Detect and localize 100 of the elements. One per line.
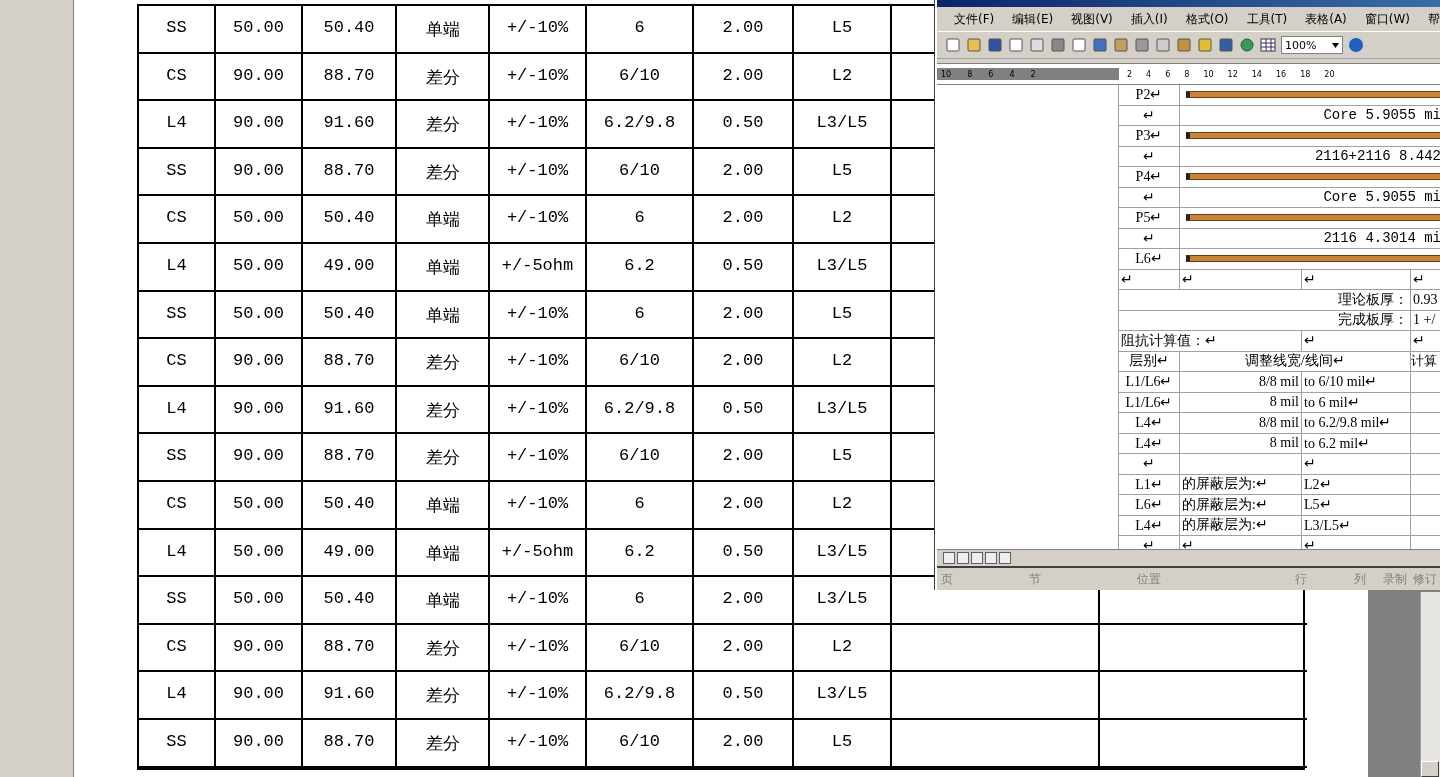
table-cell: 单端 bbox=[397, 243, 490, 292]
table-cell: 6/10 bbox=[587, 434, 694, 482]
ruler-number: 6 bbox=[1165, 69, 1171, 79]
menu-item[interactable]: 文件(F) bbox=[945, 10, 1004, 28]
table-cell: 8 mil bbox=[1180, 433, 1302, 454]
table-cell: CS bbox=[139, 196, 216, 244]
table-cell: 6 bbox=[587, 291, 694, 340]
table-cell: 2.00 bbox=[694, 196, 794, 244]
table-cell: 2.00 bbox=[694, 148, 794, 197]
menu-item[interactable]: 帮 bbox=[1419, 10, 1440, 28]
table-cell: 6 bbox=[587, 577, 694, 625]
ruler-number: 8 bbox=[967, 69, 973, 79]
table-cell: 2.00 bbox=[694, 577, 794, 625]
table-icon[interactable] bbox=[1260, 37, 1276, 53]
table-cell: 2.00 bbox=[694, 6, 794, 54]
menu-item[interactable]: 编辑(E) bbox=[1003, 10, 1063, 28]
table-cell: 单端 bbox=[397, 196, 490, 244]
table-cell: +/-10% bbox=[490, 672, 587, 720]
ruler-number: 4 bbox=[1009, 69, 1015, 79]
layer-label: P2↵ bbox=[1119, 85, 1180, 106]
table-cell: ↵ bbox=[1411, 269, 1440, 290]
table-cell: 90.00 bbox=[216, 148, 303, 197]
table-cell: 2.00 bbox=[694, 53, 794, 102]
table-cell: L1/L6↵ bbox=[1119, 392, 1180, 413]
table-cell: 6 bbox=[587, 481, 694, 530]
table-cell: 88.70 bbox=[303, 719, 397, 768]
scrollbar[interactable] bbox=[1420, 592, 1440, 777]
table-cell: ↵ bbox=[1180, 269, 1302, 290]
table-cell: 8/8 mil bbox=[1180, 372, 1302, 393]
table-cell: 90.00 bbox=[216, 386, 303, 435]
ruler-number: 18 bbox=[1300, 69, 1311, 79]
column-header: 调整线宽/线间↵ bbox=[1180, 351, 1411, 372]
menu-item[interactable]: 插入(I) bbox=[1121, 10, 1177, 28]
table-cell: 50.00 bbox=[216, 243, 303, 292]
table-cell: 90.00 bbox=[216, 624, 303, 673]
ruler-number: 10 bbox=[1203, 69, 1214, 79]
horizontal-scrollbar[interactable] bbox=[937, 549, 1440, 566]
table-cell: to 6.2/9.8 mil↵ bbox=[1302, 413, 1411, 434]
table-cell: 91.60 bbox=[303, 386, 397, 435]
table-cell: +/-5ohm bbox=[490, 529, 587, 578]
table-cell: L3/L5 bbox=[794, 577, 892, 625]
table-cell: 6.2/9.8 bbox=[587, 672, 694, 720]
table-cell: L5 bbox=[794, 719, 892, 768]
table-cell: SS bbox=[139, 148, 216, 197]
table-cell: L5 bbox=[794, 291, 892, 340]
menu-item[interactable]: 工具(T) bbox=[1237, 10, 1297, 28]
table-cell: 88.70 bbox=[303, 434, 397, 482]
table-cell: L4 bbox=[139, 672, 216, 720]
table-cell: 88.70 bbox=[303, 148, 397, 197]
table-cell: to 6 mil↵ bbox=[1302, 392, 1411, 413]
layer-label: P5↵ bbox=[1119, 208, 1180, 229]
ruler-number: 4 bbox=[1146, 69, 1152, 79]
table-cell: 49.00 bbox=[303, 529, 397, 578]
dielectric-label: Core 5.9055 mi bbox=[1180, 187, 1440, 208]
table-cell: 88.70 bbox=[303, 624, 397, 673]
table-cell: 50.00 bbox=[216, 196, 303, 244]
table-cell: 50.40 bbox=[303, 196, 397, 244]
menu-item[interactable]: 视图(V) bbox=[1062, 10, 1122, 28]
table-cell: ↵ bbox=[1180, 536, 1302, 549]
table-cell: 阻抗计算值：↵ bbox=[1119, 331, 1302, 352]
table-cell: 50.00 bbox=[216, 291, 303, 340]
table-cell: ↵ bbox=[1302, 454, 1411, 475]
table-cell: 50.00 bbox=[216, 6, 303, 54]
table-cell: SS bbox=[139, 719, 216, 768]
table-cell: +/-10% bbox=[490, 481, 587, 530]
table-cell: 50.40 bbox=[303, 291, 397, 340]
table-cell: 单端 bbox=[397, 6, 490, 54]
table-cell: 2.00 bbox=[694, 434, 794, 482]
table-cell: ↵ bbox=[1302, 269, 1411, 290]
ruler-number: 12 bbox=[1227, 69, 1238, 79]
ruler-number: 20 bbox=[1324, 69, 1335, 79]
table-cell: 6/10 bbox=[587, 53, 694, 102]
table-cell: 差分 bbox=[397, 624, 490, 673]
menu-item[interactable]: 格式(O) bbox=[1176, 10, 1238, 28]
zoom-field[interactable]: 100% bbox=[1281, 36, 1343, 54]
table-cell: +/-10% bbox=[490, 6, 587, 54]
table-cell: L4 bbox=[139, 243, 216, 292]
table-cell: SS bbox=[139, 291, 216, 340]
status-text: 页 bbox=[941, 570, 954, 588]
status-text: 录制 bbox=[1383, 570, 1409, 588]
table-cell: 单端 bbox=[397, 291, 490, 340]
table-cell: 理论板厚： bbox=[1119, 290, 1411, 311]
table-cell: L5 bbox=[794, 6, 892, 54]
status-text: 节 bbox=[1029, 570, 1043, 588]
table-cell: CS bbox=[139, 624, 216, 673]
table-cell: L3/L5 bbox=[794, 386, 892, 435]
menu-item[interactable]: 表格(A) bbox=[1296, 10, 1356, 28]
menu-item[interactable]: 窗口(W) bbox=[1355, 10, 1420, 28]
table-cell: 88.70 bbox=[303, 53, 397, 102]
table-cell: to 6.2 mil↵ bbox=[1302, 433, 1411, 454]
table-cell: L3/L5↵ bbox=[1302, 515, 1411, 536]
dropdown-icon[interactable] bbox=[1332, 42, 1339, 48]
table-cell: L4 bbox=[139, 101, 216, 149]
table-cell: ↵ bbox=[1119, 187, 1180, 208]
ruler-number: 2 bbox=[1127, 69, 1133, 79]
table-cell: 差分 bbox=[397, 719, 490, 768]
table-cell: 0.50 bbox=[694, 243, 794, 292]
table-cell: L4↵ bbox=[1119, 413, 1180, 434]
table-cell: ↵ bbox=[1119, 146, 1180, 167]
table-cell: 49.00 bbox=[303, 243, 397, 292]
